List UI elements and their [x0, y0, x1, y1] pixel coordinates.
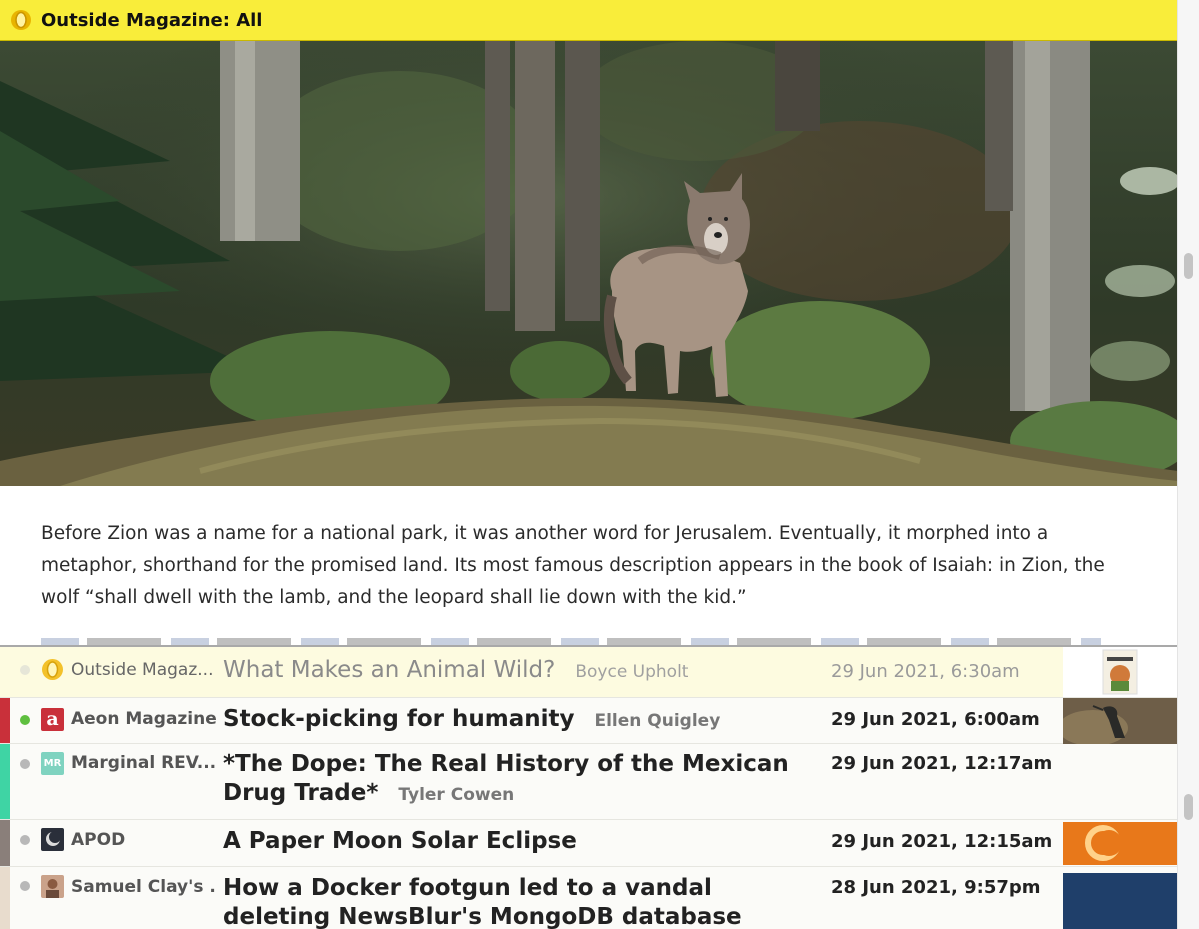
aeon-icon: a: [41, 708, 64, 731]
story-title-text: A Paper Moon Solar Eclipse: [223, 828, 577, 854]
scrollbar[interactable]: [1177, 0, 1199, 929]
marginal-revolution-icon: MR: [41, 752, 64, 775]
feed-color-bar: [0, 647, 10, 697]
article-body: Before Zion was a name for a national pa…: [41, 518, 1141, 614]
unread-status-dot[interactable]: [20, 881, 30, 891]
feed-color-bar: [0, 698, 10, 743]
story-title[interactable]: A Paper Moon Solar Eclipse: [223, 827, 813, 856]
unread-status-dot[interactable]: [20, 759, 30, 769]
story-author: Ellen Quigley: [594, 711, 721, 731]
story-feed-name: APOD: [71, 830, 126, 850]
story-feed-name: Outside Magaz...: [71, 660, 214, 680]
feed-header: Outside Magazine: All: [0, 0, 1178, 41]
story-list-scroll-thumb[interactable]: [1184, 794, 1193, 820]
unread-status-dot[interactable]: [20, 715, 30, 725]
feed-color-bar: [0, 867, 10, 929]
story-date: 29 Jun 2021, 6:30am: [831, 661, 1020, 682]
outside-magazine-icon: [42, 659, 63, 680]
story-title-text: Stock-picking for humanity: [223, 706, 575, 732]
story-date: 29 Jun 2021, 12:17am: [831, 753, 1053, 774]
article-hero-image: [0, 41, 1178, 486]
article-scroll-thumb[interactable]: [1184, 253, 1193, 279]
story-row[interactable]: MR Marginal REV... *The Dope: The Real H…: [0, 744, 1178, 820]
story-row[interactable]: Samuel Clay's ... How a Docker footgun l…: [0, 867, 1178, 929]
read-status-dot[interactable]: [20, 665, 30, 675]
story-title[interactable]: What Makes an Animal Wild? Boyce Upholt: [223, 656, 813, 687]
unread-status-dot[interactable]: [20, 835, 30, 845]
story-thumbnail: [1063, 822, 1178, 865]
story-thumbnail: [1063, 647, 1178, 697]
story-date: 28 Jun 2021, 9:57pm: [831, 877, 1041, 898]
story-date: 29 Jun 2021, 6:00am: [831, 709, 1040, 730]
story-thumbnail: [1063, 698, 1178, 744]
samuel-clay-avatar-icon: [41, 875, 64, 898]
story-row[interactable]: APOD A Paper Moon Solar Eclipse 29 Jun 2…: [0, 820, 1178, 867]
feed-title: Outside Magazine: All: [41, 9, 263, 31]
feed-color-bar: [0, 744, 10, 819]
story-feed-name: Aeon Magazine: [71, 709, 216, 729]
story-title-text: How a Docker footgun led to a vandal del…: [223, 875, 742, 929]
story-author: Boyce Upholt: [575, 662, 689, 682]
story-thumbnail: [1063, 873, 1178, 929]
story-row[interactable]: Outside Magaz... What Makes an Animal Wi…: [0, 647, 1178, 698]
story-title[interactable]: How a Docker footgun led to a vandal del…: [223, 874, 813, 929]
story-feed-name: Marginal REV...: [71, 753, 216, 773]
story-row[interactable]: a Aeon Magazine Stock-picking for humani…: [0, 698, 1178, 744]
story-author: Tyler Cowen: [398, 785, 515, 805]
story-title-text: What Makes an Animal Wild?: [223, 657, 556, 683]
feed-color-bar: [0, 820, 10, 866]
story-title[interactable]: *The Dope: The Real History of the Mexic…: [223, 750, 813, 810]
story-feed-name: Samuel Clay's ...: [71, 877, 216, 897]
article-paragraph: Before Zion was a name for a national pa…: [41, 523, 1105, 608]
apod-icon: [41, 828, 64, 851]
story-date: 29 Jun 2021, 12:15am: [831, 831, 1053, 852]
story-title[interactable]: Stock-picking for humanity Ellen Quigley: [223, 705, 813, 736]
story-list: Outside Magaz... What Makes an Animal Wi…: [0, 647, 1178, 929]
outside-magazine-icon: [11, 10, 31, 30]
